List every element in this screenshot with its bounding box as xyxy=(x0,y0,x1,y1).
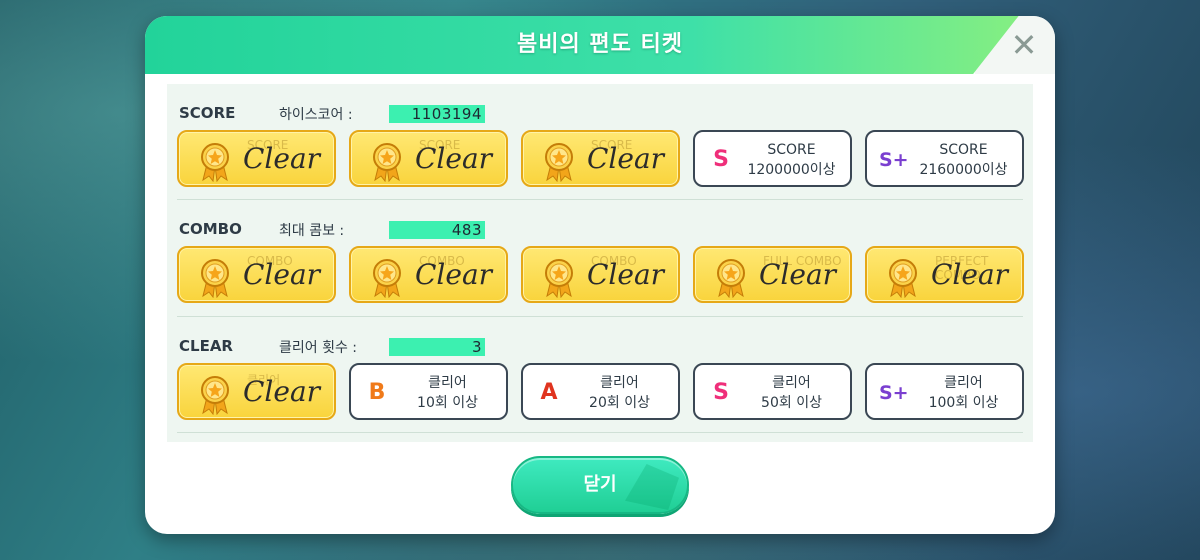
medal-icon xyxy=(371,258,403,299)
grade-icon: S xyxy=(713,380,729,405)
clear-stamp-text: Clear xyxy=(415,142,493,175)
requirement-value: 100회 이상 xyxy=(928,395,999,411)
grade-icon: S+ xyxy=(879,382,909,404)
clear-stamp-text: Clear xyxy=(759,258,837,291)
mission-requirement: 클리어 20회 이상 xyxy=(567,373,672,413)
clear-stamp-text: Clear xyxy=(587,142,665,175)
high-score-value: 1103194 xyxy=(389,105,485,123)
cleared-mission-card: PERFECT COMBO Clear xyxy=(865,246,1024,303)
button-decoration xyxy=(625,464,679,510)
combo-label: COMBO xyxy=(179,220,242,238)
dialog-title: 봄비의 편도 티켓 xyxy=(517,32,683,57)
grade-icon: S+ xyxy=(879,149,909,171)
locked-mission-card: S SCORE 1200000이상 xyxy=(693,130,852,187)
clear-stamp-text: Clear xyxy=(931,258,1009,291)
requirement-value: 1200000이상 xyxy=(747,162,836,178)
combo-cards: COMBO Clear COMBO Clear COMBO Clear FULL CO… xyxy=(177,246,1027,304)
locked-mission-card: S 클리어 50회 이상 xyxy=(693,363,852,420)
grade-icon: B xyxy=(368,380,386,405)
clear-stamp-text: Clear xyxy=(243,258,321,291)
cleared-mission-card: SCORE Clear xyxy=(177,130,336,187)
close-button-label: 닫기 xyxy=(583,474,617,495)
divider xyxy=(177,432,1023,433)
medal-icon xyxy=(199,375,231,416)
grade-icon: S xyxy=(713,147,729,172)
mission-requirement: SCORE 2160000이상 xyxy=(911,140,1016,180)
requirement-value: 10회 이상 xyxy=(417,395,478,411)
mission-content: SCORE 하이스코어 : 1103194 SCORE Clear SCORE C… xyxy=(167,84,1033,442)
requirement-value: 20회 이상 xyxy=(589,395,650,411)
cleared-mission-card: SCORE Clear xyxy=(349,130,508,187)
mission-requirement: 클리어 10회 이상 xyxy=(395,373,500,413)
medal-icon xyxy=(887,258,919,299)
requirement-title: 클리어 xyxy=(428,375,467,391)
cleared-mission-card: COMBO Clear xyxy=(521,246,680,303)
clear-stamp-text: Clear xyxy=(243,142,321,175)
mission-requirement: 클리어 50회 이상 xyxy=(739,373,844,413)
clear-stamp-text: Clear xyxy=(243,375,321,408)
requirement-title: SCORE xyxy=(767,142,816,158)
clear-section: CLEAR 클리어 횟수 : 3 클리어 Clear B 클리어 10회 이상 A 클리어… xyxy=(167,333,1033,420)
clear-stamp-text: Clear xyxy=(415,258,493,291)
locked-mission-card: B 클리어 10회 이상 xyxy=(349,363,508,420)
medal-icon xyxy=(715,258,747,299)
mission-requirement: 클리어 100회 이상 xyxy=(911,373,1016,413)
locked-mission-card: S+ SCORE 2160000이상 xyxy=(865,130,1024,187)
divider xyxy=(177,316,1023,317)
locked-mission-card: A 클리어 20회 이상 xyxy=(521,363,680,420)
requirement-title: 클리어 xyxy=(772,375,811,391)
medal-icon xyxy=(199,142,231,183)
requirement-title: 클리어 xyxy=(944,375,983,391)
cleared-mission-card: FULL COMBO Clear xyxy=(693,246,852,303)
clear-stamp-text: Clear xyxy=(587,258,665,291)
cleared-mission-card: COMBO Clear xyxy=(177,246,336,303)
ticket-dialog: 봄비의 편도 티켓 ✕ SCORE 하이스코어 : 1103194 SCORE … xyxy=(145,16,1055,534)
medal-icon xyxy=(543,258,575,299)
clear-label: CLEAR xyxy=(179,337,233,355)
high-score-label: 하이스코어 : xyxy=(279,107,353,123)
max-combo-value: 483 xyxy=(389,221,485,239)
mission-requirement: SCORE 1200000이상 xyxy=(739,140,844,180)
requirement-title: SCORE xyxy=(939,142,988,158)
combo-section: COMBO 최대 콤보 : 483 COMBO Clear COMBO Clear… xyxy=(167,216,1033,303)
clear-cards: 클리어 Clear B 클리어 10회 이상 A 클리어 20회 이상 S 클리어 50회 이상 S… xyxy=(177,363,1027,421)
requirement-title: 클리어 xyxy=(600,375,639,391)
max-combo-label: 최대 콤보 : xyxy=(279,223,345,239)
cleared-mission-card: COMBO Clear xyxy=(349,246,508,303)
close-button[interactable]: 닫기 xyxy=(511,456,689,514)
grade-icon: A xyxy=(540,380,558,405)
requirement-value: 2160000이상 xyxy=(919,162,1008,178)
medal-icon xyxy=(543,142,575,183)
cleared-mission-card: 클리어 Clear xyxy=(177,363,336,420)
medal-icon xyxy=(371,142,403,183)
locked-mission-card: S+ 클리어 100회 이상 xyxy=(865,363,1024,420)
clear-count-value: 3 xyxy=(389,338,485,356)
divider xyxy=(177,199,1023,200)
requirement-value: 50회 이상 xyxy=(761,395,822,411)
clear-count-label: 클리어 횟수 : xyxy=(279,340,358,356)
score-section: SCORE 하이스코어 : 1103194 SCORE Clear SCORE C… xyxy=(167,100,1033,187)
score-cards: SCORE Clear SCORE Clear SCORE Clear S SCORE 1… xyxy=(177,130,1027,188)
cleared-mission-card: SCORE Clear xyxy=(521,130,680,187)
close-icon[interactable]: ✕ xyxy=(1007,28,1041,62)
score-label: SCORE xyxy=(179,104,236,122)
medal-icon xyxy=(199,258,231,299)
